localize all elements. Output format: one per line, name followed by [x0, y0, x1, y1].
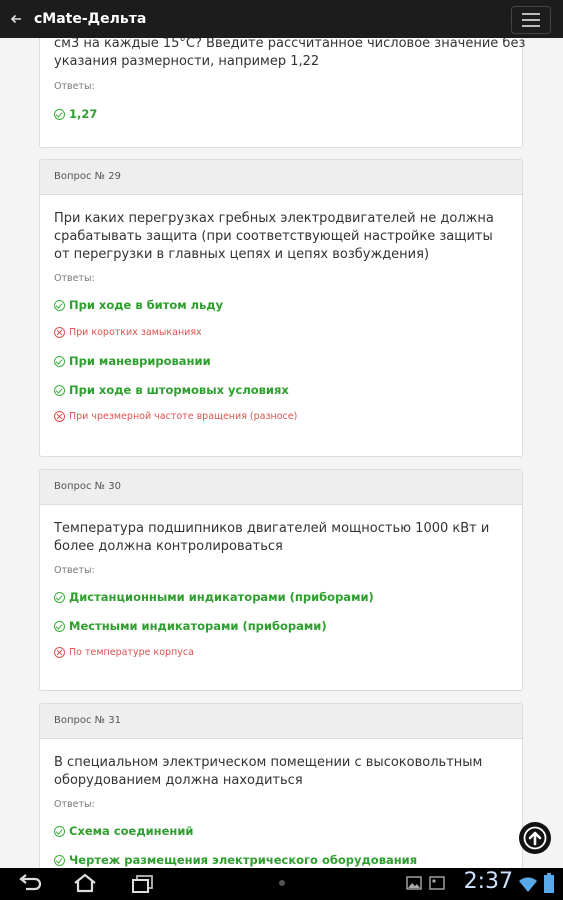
answer-item: Местными индикаторами (приборами) [54, 619, 508, 633]
question-list[interactable]: см3 на каждые 15°С? Введите рассчитанное… [0, 0, 563, 868]
system-nav-bar: 2:37 [0, 868, 563, 900]
check-circle-icon [54, 591, 65, 603]
answer-item: При маневрировании [54, 354, 508, 368]
check-circle-icon [54, 108, 65, 120]
answer-item: При ходе в битом льду [54, 298, 508, 312]
answer-text: По температуре корпуса [69, 647, 194, 658]
back-button[interactable] [0, 0, 32, 38]
answer-item: При чрезмерной частоте вращения (разносе… [54, 411, 508, 422]
answer-item: Дистанционными индикаторами (приборами) [54, 590, 508, 604]
check-circle-icon [54, 384, 65, 396]
question-number: Вопрос № 30 [40, 470, 522, 505]
scroll-to-top-button[interactable] [519, 822, 551, 854]
question-card: Вопрос № 31 В специальном электрическом … [39, 703, 523, 868]
answer-text: 1,27 [69, 107, 98, 121]
answers-label: Ответы: [54, 565, 95, 576]
question-text-line: указания размерности, например 1,22 [54, 54, 320, 69]
menu-button[interactable] [511, 6, 551, 34]
question-number: Вопрос № 29 [40, 160, 522, 195]
image-icon [429, 876, 445, 890]
check-circle-icon [54, 854, 65, 866]
check-circle-icon [54, 825, 65, 837]
answer-item: При коротких замыканиях [54, 327, 508, 338]
question-card: Вопрос № 30 Температура подшипников двиг… [39, 469, 523, 691]
answer-text: При ходе в штормовых условиях [69, 383, 289, 397]
check-circle-icon [54, 355, 65, 367]
answer-item: По температуре корпуса [54, 647, 508, 658]
battery-icon [544, 873, 554, 893]
answer-text: Дистанционными индикаторами (приборами) [69, 590, 374, 604]
question-text: При каких перегрузках гребных электродви… [54, 211, 494, 262]
answer-text: При чрезмерной частоте вращения (разносе… [69, 411, 298, 422]
check-circle-icon [54, 299, 65, 311]
answer-item: 1,27 [54, 107, 508, 121]
question-number: Вопрос № 31 [40, 704, 522, 739]
menu-icon-bar [522, 13, 540, 15]
check-circle-icon [54, 620, 65, 632]
cross-circle-icon [54, 327, 65, 338]
arrow-up-icon [523, 826, 547, 850]
app-title: cMate-Дельта [34, 11, 147, 27]
answer-item: При ходе в штормовых условиях [54, 383, 508, 397]
answers-label: Ответы: [54, 799, 95, 810]
back-nav-icon[interactable] [17, 873, 43, 895]
answer-item: Схема соединений [54, 824, 508, 838]
answer-text: При ходе в битом льду [69, 298, 224, 312]
status-clock: 2:37 [463, 869, 513, 894]
question-text: Температура подшипников двигателей мощно… [54, 521, 490, 554]
answer-text: Чертеж размещения электрического оборудо… [69, 853, 418, 867]
question-text: В специальном электрическом помещении с … [54, 755, 483, 788]
app-bar: cMate-Дельта [0, 0, 563, 38]
answers-label: Ответы: [54, 81, 95, 92]
menu-icon-bar [522, 25, 540, 27]
answer-text: Схема соединений [69, 824, 194, 838]
nav-dot-icon [279, 880, 285, 886]
gallery-icon [406, 876, 422, 890]
answer-text: При коротких замыканиях [69, 327, 202, 338]
answers-label: Ответы: [54, 273, 95, 284]
answer-item: Чертеж размещения электрического оборудо… [54, 853, 508, 867]
answer-text: Местными индикаторами (приборами) [69, 619, 327, 633]
recent-apps-icon[interactable] [130, 873, 156, 895]
menu-icon-bar [522, 19, 540, 21]
arrow-left-icon [10, 14, 21, 24]
question-text: см3 на каждые 15°С? Введите рассчитанное… [54, 35, 525, 71]
answer-text: При маневрировании [69, 354, 211, 368]
cross-circle-icon [54, 647, 65, 658]
wifi-icon [519, 877, 537, 892]
cross-circle-icon [54, 411, 65, 422]
question-card: Вопрос № 29 При каких перегрузках гребны… [39, 159, 523, 457]
home-nav-icon[interactable] [72, 872, 98, 894]
